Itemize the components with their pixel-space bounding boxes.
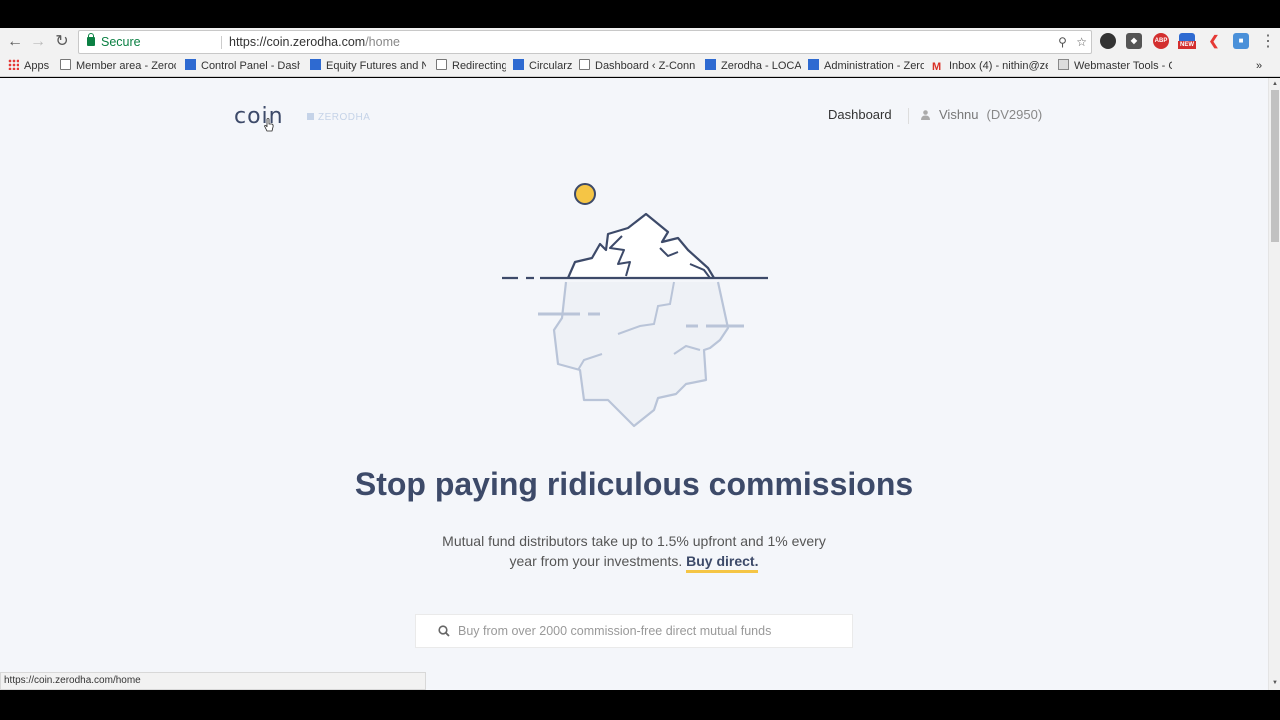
browser-chrome: ← → ↻ Secure https://coin.zerodha.com/ho… (0, 28, 1280, 77)
nav-divider (908, 108, 909, 124)
scrollbar-thumb[interactable] (1271, 90, 1279, 242)
user-icon (921, 110, 930, 120)
adblock-icon[interactable]: ABP (1153, 33, 1169, 49)
extension-save-icon[interactable]: ■ (1233, 33, 1249, 49)
browser-toolbar: ← → ↻ Secure https://coin.zerodha.com/ho… (0, 28, 1280, 55)
menu-dots-icon[interactable]: ⋮ (1258, 32, 1278, 52)
search-icon (438, 625, 450, 637)
coin-page: coin ZERODHA Dashboard Vishnu (DV2950) S… (0, 78, 1268, 690)
lock-icon (87, 33, 95, 46)
bookmark-icon (513, 59, 524, 70)
forward-icon[interactable]: → (28, 32, 48, 52)
page-icon (579, 59, 590, 70)
bookmark-label: Zerodha - LOCAL (721, 60, 801, 72)
url-path: /home (365, 35, 400, 49)
scroll-down-icon[interactable]: ▼ (1272, 680, 1278, 686)
extension-shield-icon[interactable]: ◆ (1126, 33, 1142, 49)
bookmark-label: Webmaster Tools - Cr (1074, 60, 1172, 72)
bookmark-circularz[interactable]: Circularz (513, 58, 573, 74)
omnibox-actions: ⚲ ☆ (1058, 31, 1087, 53)
extension-new-icon[interactable]: NEW (1178, 33, 1196, 49)
page-scrollbar[interactable]: ▲ ▼ (1268, 78, 1280, 690)
dashboard-link[interactable]: Dashboard (828, 107, 892, 122)
extension-arrow-icon[interactable]: ❮ (1206, 33, 1222, 49)
bookmarks-overflow-icon[interactable]: » (1256, 58, 1266, 74)
bookmark-apps[interactable]: Apps (8, 58, 53, 74)
bookmark-label: Dashboard ‹ Z-Conne (595, 60, 695, 72)
reload-icon[interactable]: ↻ (52, 32, 72, 52)
bookmark-dashboard-zconnect[interactable]: Dashboard ‹ Z-Conne (579, 58, 695, 74)
url-host: https://coin.zerodha.com (229, 35, 366, 49)
apps-grid-icon (8, 59, 19, 70)
bookmark-icon (705, 59, 716, 70)
fund-search-box[interactable]: Buy from over 2000 commission-free direc… (415, 614, 853, 648)
bookmark-inbox[interactable]: M Inbox (4) - nithin@ze (932, 58, 1048, 74)
screen: ← → ↻ Secure https://coin.zerodha.com/ho… (0, 0, 1280, 720)
new-badge: NEW (1178, 41, 1196, 49)
bookmark-administration[interactable]: Administration - Zero (808, 58, 924, 74)
star-icon[interactable]: ☆ (1076, 35, 1087, 49)
bookmark-icon (808, 59, 819, 70)
status-bar: https://coin.zerodha.com/home (0, 672, 426, 690)
address-separator (221, 36, 222, 49)
hero-headline: Stop paying ridiculous commissions (354, 466, 914, 502)
hero-subtext: Mutual fund distributors take up to 1.5%… (434, 531, 834, 573)
bookmark-icon (185, 59, 196, 70)
bookmark-label: Control Panel - Dashb (201, 60, 300, 72)
bookmark-label: Member area - Zerod (76, 60, 176, 72)
hand-cursor-icon (264, 118, 274, 132)
key-icon[interactable]: ⚲ (1058, 35, 1067, 49)
bookmark-member-area[interactable]: Member area - Zerod (60, 58, 176, 74)
user-id: (DV2950) (986, 107, 1043, 122)
bookmark-zerodha-local[interactable]: Zerodha - LOCAL (705, 58, 801, 74)
zerodha-brand: ZERODHA (307, 112, 370, 123)
bookmark-webmaster-tools[interactable]: Webmaster Tools - Cr (1058, 58, 1172, 74)
page-icon (436, 59, 447, 70)
bookmark-icon (310, 59, 321, 70)
extension-dark-icon[interactable] (1100, 33, 1116, 49)
bookmark-label: Circularz (529, 60, 573, 72)
bookmark-label: Equity Futures and Ni (326, 60, 426, 72)
bookmarks-bar: Apps Member area - Zerod Control Panel -… (0, 55, 1280, 76)
user-menu[interactable]: Vishnu (DV2950) (939, 107, 1042, 122)
bookmark-redirecting[interactable]: Redirecting (436, 58, 506, 74)
bookmark-control-panel[interactable]: Control Panel - Dashb (185, 58, 300, 74)
bookmark-label: Inbox (4) - nithin@ze (949, 60, 1048, 72)
address-url[interactable]: https://coin.zerodha.com/home (229, 31, 400, 53)
fund-search-placeholder: Buy from over 2000 commission-free direc… (458, 624, 772, 638)
zerodha-mark-icon (307, 113, 314, 120)
secure-label: Secure (101, 35, 141, 49)
address-bar[interactable]: Secure https://coin.zerodha.com/home ⚲ ☆ (78, 30, 1092, 54)
bookmark-label: Redirecting (452, 60, 506, 72)
scroll-up-icon[interactable]: ▲ (1272, 81, 1278, 87)
bookmark-label: Apps (24, 60, 50, 72)
bookmark-equity-futures[interactable]: Equity Futures and Ni (310, 58, 426, 74)
hero-subtext-body: Mutual fund distributors take up to 1.5%… (442, 533, 826, 569)
back-icon[interactable]: ← (5, 32, 25, 52)
bookmark-label: Administration - Zero (824, 60, 924, 72)
page-icon (60, 59, 71, 70)
iceberg-illustration (502, 183, 768, 428)
gmail-icon: M (932, 61, 942, 73)
coin-logo[interactable]: coin (234, 104, 284, 129)
zerodha-brand-text: ZERODHA (318, 112, 371, 123)
user-name: Vishnu (939, 107, 979, 122)
webmaster-icon (1058, 59, 1069, 70)
buy-direct-link[interactable]: Buy direct. (686, 553, 759, 573)
